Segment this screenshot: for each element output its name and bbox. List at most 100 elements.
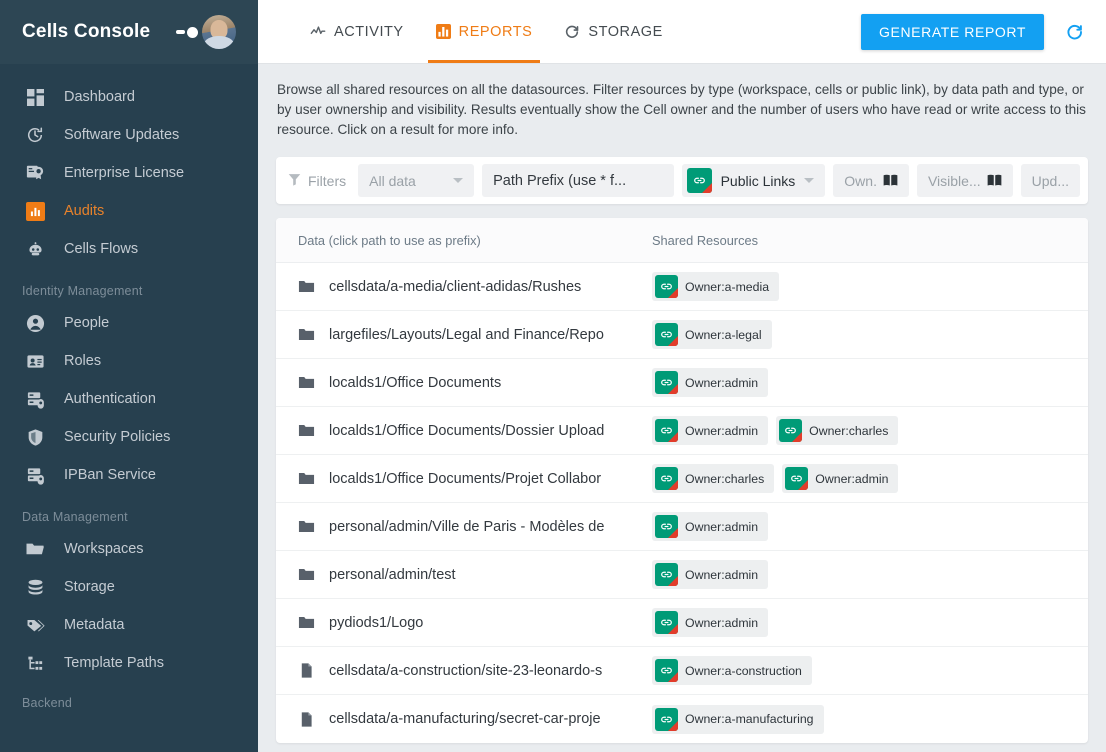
scope-select[interactable]: All data: [358, 164, 475, 197]
refresh-rotate-icon[interactable]: [1058, 15, 1092, 49]
row-path[interactable]: cellsdata/a-media/client-adidas/Rushes: [329, 279, 640, 295]
table-row[interactable]: cellsdata/a-construction/site-23-leonard…: [276, 647, 1088, 695]
sidebar-item-label: Roles: [64, 353, 102, 369]
row-path[interactable]: cellsdata/a-construction/site-23-leonard…: [329, 663, 640, 679]
table-row[interactable]: largefiles/Layouts/Legal and Finance/Rep…: [276, 311, 1088, 359]
sidebar-item-storage[interactable]: Storage: [0, 568, 258, 606]
sidebar-item-enterprise-license[interactable]: Enterprise License: [0, 154, 258, 192]
table-row[interactable]: localds1/Office Documents/Dossier Upload…: [276, 407, 1088, 455]
row-shared-resources-cell: Owner:admin: [646, 608, 1088, 637]
main-area: ACTIVITY REPORTS STORAGE GENERATE REPORT: [258, 0, 1106, 752]
folder-icon: [298, 278, 315, 295]
book-icon: [987, 174, 1002, 187]
sidebar-item-label: Authentication: [64, 391, 156, 407]
link-badge-icon: [655, 419, 678, 442]
shared-resource-badge[interactable]: Owner:a-media: [652, 272, 780, 301]
shared-resource-owner-label: Owner:charles: [809, 423, 889, 438]
shared-resource-owner-label: Owner:admin: [685, 423, 759, 438]
link-badge-icon: [655, 275, 678, 298]
row-data-cell[interactable]: localds1/Office Documents/Dossier Upload: [276, 422, 646, 439]
table-row[interactable]: cellsdata/a-manufacturing/secret-car-pro…: [276, 695, 1088, 743]
sidebar-item-roles[interactable]: Roles: [0, 342, 258, 380]
shared-resource-owner-label: Owner:a-legal: [685, 327, 762, 342]
shared-resource-badge[interactable]: Owner:admin: [782, 464, 899, 493]
generate-report-button[interactable]: GENERATE REPORT: [861, 13, 1044, 50]
row-path[interactable]: personal/admin/Ville de Paris - Modèles …: [329, 519, 640, 535]
funnel-icon: [288, 173, 301, 189]
row-path[interactable]: pydiods1/Logo: [329, 615, 640, 631]
folder-icon: [298, 614, 315, 631]
database-icon: [22, 574, 48, 600]
shared-resource-badge[interactable]: Owner:a-manufacturing: [652, 704, 824, 734]
table-row[interactable]: personal/admin/test Owner:admin: [276, 551, 1088, 599]
row-shared-resources-cell: Owner:admin Owner:charles: [646, 416, 1088, 445]
shared-resource-badge[interactable]: Owner:admin: [652, 512, 769, 541]
sidebar-section-data-management: Data Management: [22, 510, 128, 524]
tab-storage[interactable]: STORAGE: [548, 0, 679, 63]
row-path[interactable]: cellsdata/a-manufacturing/secret-car-pro…: [329, 711, 640, 727]
path-prefix-input[interactable]: Path Prefix (use * f...: [482, 164, 674, 197]
row-data-cell[interactable]: personal/admin/test: [276, 566, 646, 583]
shared-resource-badge[interactable]: Owner:admin: [652, 608, 769, 637]
row-shared-resources-cell: Owner:charles Owner:admin: [646, 464, 1088, 493]
shared-resource-badge[interactable]: Owner:admin: [652, 416, 769, 445]
row-data-cell[interactable]: cellsdata/a-manufacturing/secret-car-pro…: [276, 711, 646, 728]
tab-reports[interactable]: REPORTS: [420, 0, 549, 63]
chevron-down-icon: [804, 178, 815, 183]
row-path[interactable]: localds1/Office Documents/Projet Collabo…: [329, 471, 640, 487]
table-row[interactable]: localds1/Office Documents Owner:admin: [276, 359, 1088, 407]
sidebar-item-label: People: [64, 315, 110, 331]
tab-activity[interactable]: ACTIVITY: [294, 0, 420, 63]
table-row[interactable]: pydiods1/Logo Owner:admin: [276, 599, 1088, 647]
sidebar-item-dashboard[interactable]: Dashboard: [0, 78, 258, 116]
link-badge-icon: [655, 707, 678, 731]
row-path[interactable]: localds1/Office Documents: [329, 375, 640, 391]
sidebar-item-ipban-service[interactable]: IPBan Service: [0, 456, 258, 494]
shared-resource-owner-label: Owner:a-media: [685, 279, 770, 294]
table-row[interactable]: localds1/Office Documents/Projet Collabo…: [276, 455, 1088, 503]
toggle-switch-icon[interactable]: [176, 24, 202, 40]
row-data-cell[interactable]: localds1/Office Documents: [276, 374, 646, 391]
shared-resource-badge[interactable]: Owner:charles: [776, 416, 899, 445]
sidebar-item-people[interactable]: People: [0, 304, 258, 342]
link-badge-icon: [655, 371, 678, 394]
row-data-cell[interactable]: largefiles/Layouts/Legal and Finance/Rep…: [276, 326, 646, 343]
type-select[interactable]: Public Links: [681, 164, 826, 197]
sidebar-item-software-updates[interactable]: Software Updates: [0, 116, 258, 154]
shared-resource-badge[interactable]: Owner:admin: [652, 368, 769, 397]
sidebar-item-authentication[interactable]: Authentication: [0, 380, 258, 418]
owner-filter[interactable]: Own.: [833, 164, 909, 197]
visible-filter[interactable]: Visible...: [916, 164, 1013, 197]
sidebar-item-label: Dashboard: [64, 89, 135, 105]
shared-resource-badge[interactable]: Owner:admin: [652, 560, 769, 589]
table-row[interactable]: personal/admin/Ville de Paris - Modèles …: [276, 503, 1088, 551]
sidebar-item-security-policies[interactable]: Security Policies: [0, 418, 258, 456]
row-path[interactable]: largefiles/Layouts/Legal and Finance/Rep…: [329, 327, 640, 343]
sidebar-item-workspaces[interactable]: Workspaces: [0, 530, 258, 568]
shared-resource-badge[interactable]: Owner:a-legal: [652, 320, 772, 349]
shared-resource-badge[interactable]: Owner:charles: [652, 464, 775, 493]
sidebar-item-template-paths[interactable]: Template Paths: [0, 644, 258, 682]
shared-resource-owner-label: Owner:a-manufacturing: [685, 712, 814, 726]
sidebar-nav: Dashboard Software Updates Enterprise Li…: [0, 64, 258, 752]
row-data-cell[interactable]: cellsdata/a-media/client-adidas/Rushes: [276, 278, 646, 295]
row-path[interactable]: localds1/Office Documents/Dossier Upload: [329, 423, 640, 439]
row-data-cell[interactable]: localds1/Office Documents/Projet Collabo…: [276, 470, 646, 487]
sidebar-item-cells-flows[interactable]: Cells Flows: [0, 230, 258, 268]
page-scrollbar[interactable]: [1094, 64, 1106, 752]
row-data-cell[interactable]: cellsdata/a-construction/site-23-leonard…: [276, 662, 646, 679]
row-path[interactable]: personal/admin/test: [329, 567, 640, 583]
sidebar-item-label: Template Paths: [64, 655, 164, 671]
shared-resource-badge[interactable]: Owner:a-construction: [652, 656, 812, 685]
table-row[interactable]: cellsdata/a-media/client-adidas/Rushes Ow…: [276, 263, 1088, 311]
row-data-cell[interactable]: pydiods1/Logo: [276, 614, 646, 631]
app-title: Cells Console: [22, 21, 151, 42]
updated-filter[interactable]: Upd...: [1020, 164, 1080, 197]
refresh-circle-icon: [564, 24, 580, 40]
sidebar-item-metadata[interactable]: Metadata: [0, 606, 258, 644]
row-shared-resources-cell: Owner:a-manufacturing: [646, 704, 1088, 734]
user-avatar[interactable]: [202, 15, 236, 49]
sidebar-section-identity-management: Identity Management: [22, 284, 143, 298]
sidebar-item-audits[interactable]: Audits: [0, 192, 258, 230]
row-data-cell[interactable]: personal/admin/Ville de Paris - Modèles …: [276, 518, 646, 535]
